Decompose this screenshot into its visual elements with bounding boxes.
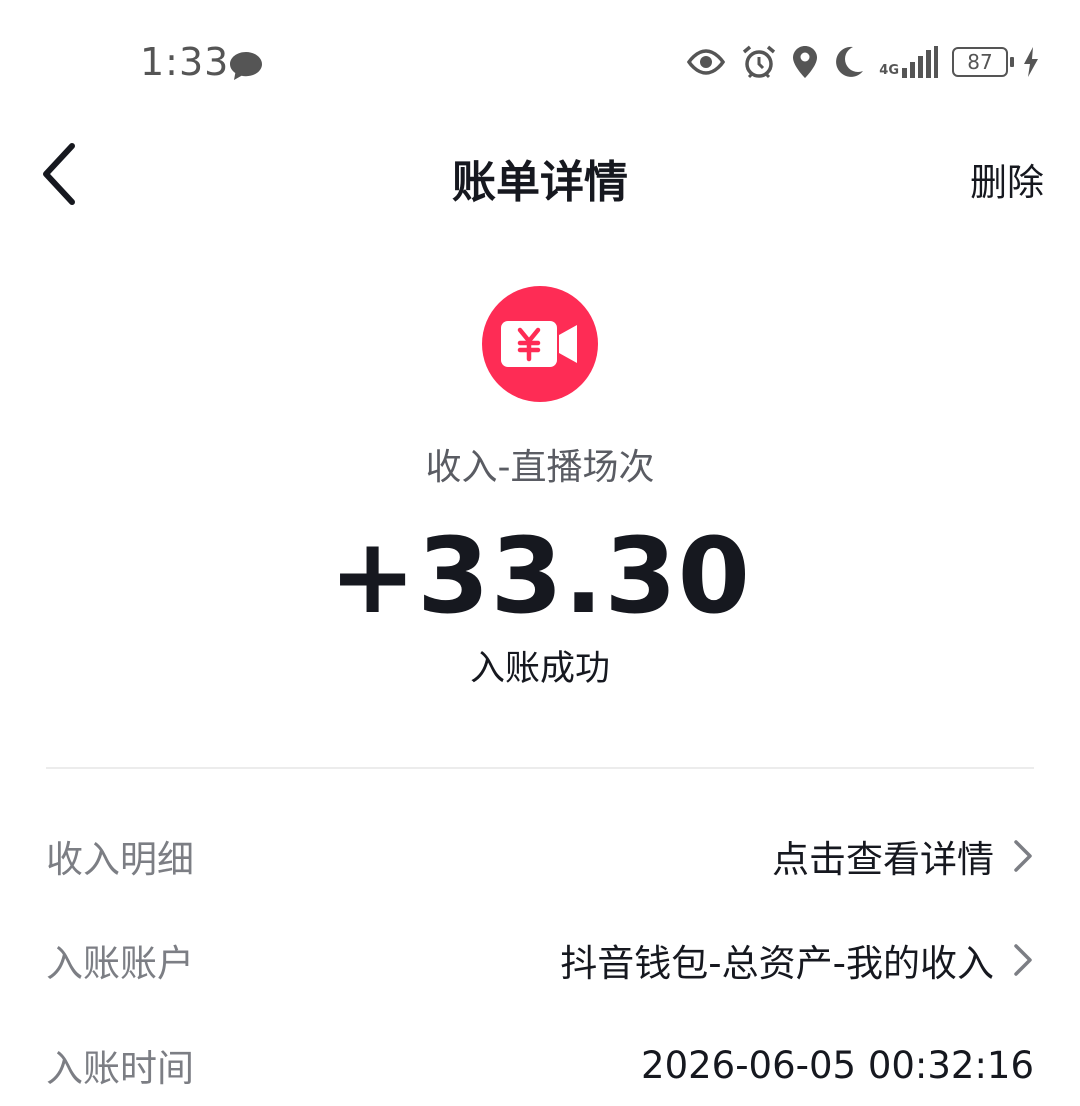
chevron-right-icon xyxy=(1014,840,1032,872)
detail-row-income[interactable]: 收入明细 点击查看详情 xyxy=(46,826,1034,886)
status-icons: 4G 87 xyxy=(685,44,1040,80)
transaction-category: 收入-直播场次 xyxy=(425,447,655,488)
yuan-video-icon xyxy=(482,286,598,402)
detail-label: 收入明细 xyxy=(46,838,194,881)
location-icon xyxy=(791,44,819,80)
page-title: 账单详情 xyxy=(452,157,628,208)
detail-value: 抖音钱包-总资产-我的收入 xyxy=(560,942,994,985)
detail-label: 入账账户 xyxy=(46,942,194,985)
delete-button[interactable]: 删除 xyxy=(970,152,1044,206)
status-time: 1:33 xyxy=(140,40,230,84)
charging-icon xyxy=(1022,46,1040,78)
divider xyxy=(46,767,1034,769)
eye-icon xyxy=(685,48,727,76)
chevron-right-icon xyxy=(1014,944,1032,976)
detail-label: 入账时间 xyxy=(46,1047,194,1090)
network-label: 4G xyxy=(879,63,899,78)
detail-row-account[interactable]: 入账账户 抖音钱包-总资产-我的收入 xyxy=(46,930,1034,990)
detail-row-time: 入账时间 2026-06-05 00:32:16 xyxy=(46,1035,1034,1095)
nav-bar: 账单详情 删除 xyxy=(0,130,1080,220)
signal-icon: 4G xyxy=(879,46,938,78)
battery-icon: 87 xyxy=(952,47,1014,77)
chat-icon xyxy=(228,50,264,86)
alarm-icon xyxy=(741,44,777,80)
status-bar: 1:33 4G 87 xyxy=(0,0,1080,130)
transaction-amount: +33.30 xyxy=(328,515,752,637)
detail-value: 2026-06-05 00:32:16 xyxy=(641,1043,1034,1087)
transaction-status: 入账成功 xyxy=(469,649,610,689)
moon-icon xyxy=(833,45,865,79)
detail-value: 点击查看详情 xyxy=(772,838,994,881)
